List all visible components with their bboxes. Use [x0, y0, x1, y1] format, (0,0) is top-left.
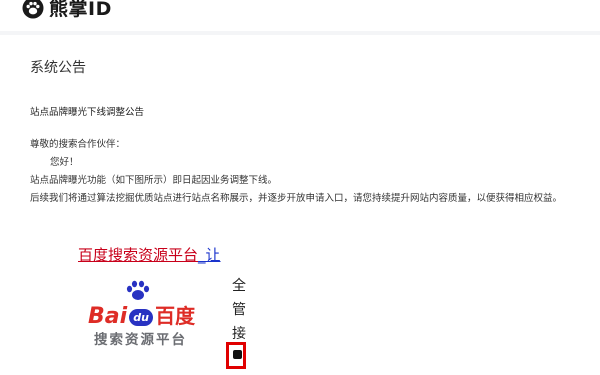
figure-side-text: 全 管 接 — [232, 274, 246, 346]
figure-site-name[interactable]: 百度搜索资源平台 — [78, 246, 198, 264]
side-char-2: 管 — [232, 302, 246, 318]
notice-greeting: 尊敬的搜索合作伙伴： — [30, 139, 126, 150]
notice-line-1: 站点品牌曝光功能（如下图所示）即日起因业务调整下线。 — [30, 175, 278, 186]
brand-exposure-highlight — [226, 342, 246, 369]
figure-link[interactable]: _让 — [198, 246, 221, 264]
page-title: 系统公告 — [30, 60, 86, 76]
brand-badge-icon — [233, 350, 242, 359]
notice-line-2: 后续我们将通过算法挖掘优质站点进行站点名称展示，并逐步开放申请入口，请您持续提升… — [30, 193, 563, 204]
baidu-du-badge: du — [129, 309, 154, 326]
top-bar: 熊掌ID — [0, 0, 600, 28]
baidu-wordmark: Bai du 百度 — [88, 300, 195, 329]
baidu-paw-icon — [124, 280, 152, 302]
header-divider — [0, 31, 600, 35]
paw-icon — [22, 0, 44, 19]
logo-text: 熊掌ID — [49, 0, 112, 20]
baidu-bai-text: Bai — [88, 304, 128, 329]
baidu-cn-text: 百度 — [155, 304, 196, 328]
baidu-ziyuan-logo: Bai du 百度 搜索资源平台 — [88, 280, 208, 352]
notice-figure: 百度搜索资源平台_让 Bai du 百度 搜索资源平台 全 管 接 — [78, 244, 246, 375]
notice-title: 站点品牌曝光下线调整公告 — [30, 107, 145, 118]
notice-hello: 您好！ — [50, 157, 79, 168]
notice-body: 站点品牌曝光下线调整公告 尊敬的搜索合作伙伴： 您好！ 站点品牌曝光功能（如下图… — [30, 104, 562, 208]
baidu-subtitle: 搜索资源平台 — [94, 332, 187, 348]
side-char-1: 全 — [232, 278, 246, 294]
figure-heading: 百度搜索资源平台_让 — [78, 244, 244, 268]
xiongzhang-logo[interactable]: 熊掌ID — [22, 0, 112, 21]
